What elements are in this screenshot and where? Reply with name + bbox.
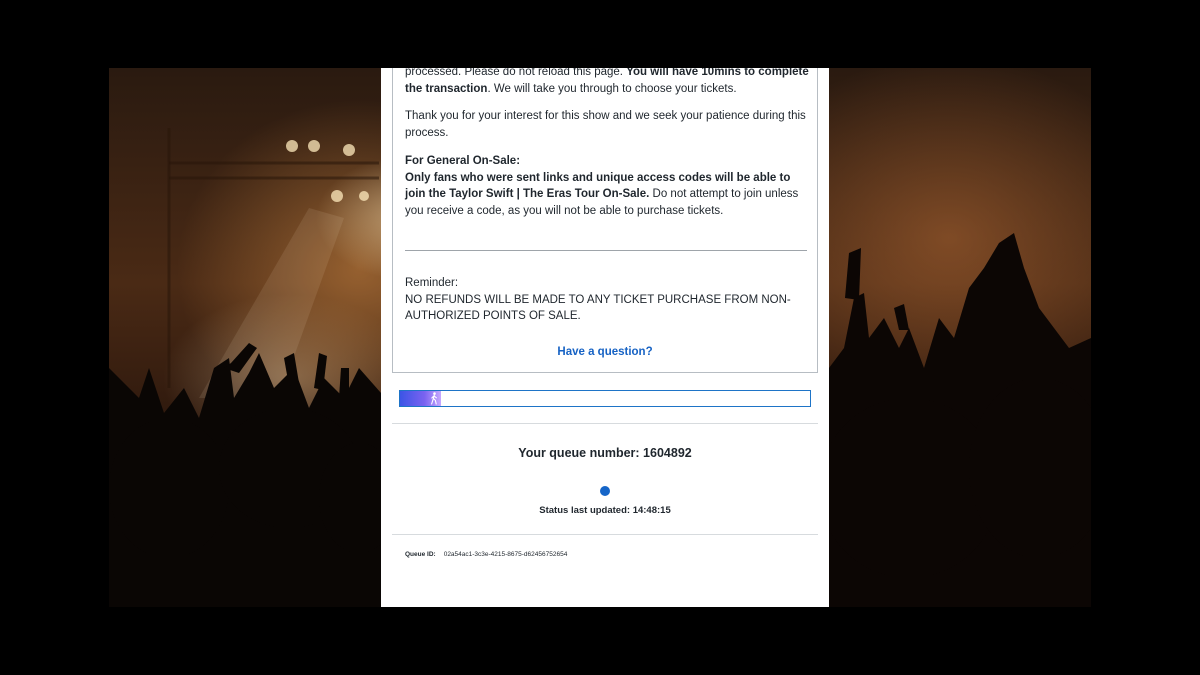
- queue-id: Queue ID: 02a54ac1-3c3e-4215-8675-d624567…: [405, 551, 567, 558]
- notice-text: . We will take you through to choose you…: [487, 82, 737, 95]
- notice-text: processed. Please do not reload this pag…: [405, 68, 627, 78]
- general-onsale-title: For General On-Sale:: [405, 155, 521, 167]
- notice-divider: [405, 250, 807, 251]
- queue-id-label: Queue ID:: [405, 551, 436, 558]
- notice-paragraph-processing: processed. Please do not reload this pag…: [405, 68, 810, 97]
- status-indicator-dot: [600, 486, 610, 496]
- reminder-label: Reminder:: [405, 277, 459, 289]
- reminder-text: NO REFUNDS WILL BE MADE TO ANY TICKET PU…: [405, 293, 791, 323]
- queue-progress-bar: [399, 390, 811, 407]
- reminder-block: Reminder: NO REFUNDS WILL BE MADE TO ANY…: [405, 275, 810, 325]
- notice-box: processed. Please do not reload this pag…: [392, 68, 818, 373]
- walking-person-icon: [431, 392, 437, 405]
- section-divider: [392, 423, 818, 424]
- notice-paragraph-thanks: Thank you for your interest for this sho…: [405, 110, 806, 139]
- have-a-question-link[interactable]: Have a question?: [393, 346, 817, 358]
- queue-number-text: Your queue number: 1604892: [518, 446, 692, 460]
- queue-id-value: 02a54ac1-3c3e-4215-8675-d62456752654: [443, 551, 568, 558]
- queue-panel: processed. Please do not reload this pag…: [381, 68, 829, 607]
- section-divider: [392, 534, 818, 535]
- status-last-updated: Status last updated: 14:48:15: [539, 505, 671, 516]
- notice-paragraph-general-onsale: For General On-Sale: Only fans who were …: [405, 153, 810, 219]
